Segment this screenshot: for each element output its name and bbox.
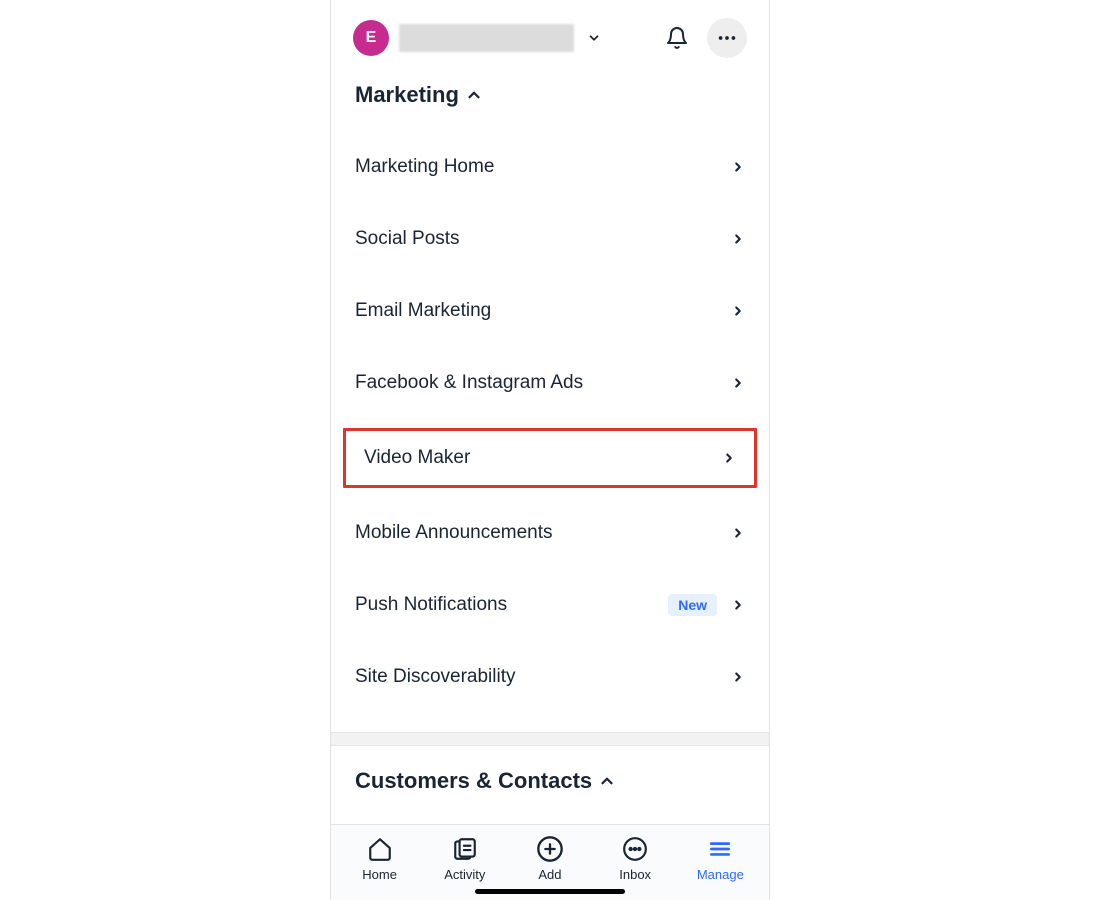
menu-item-label: Push Notifications [355, 594, 507, 616]
ellipsis-icon [716, 27, 738, 49]
new-badge: New [668, 594, 717, 616]
menu-item-label: Site Discoverability [355, 666, 516, 688]
nav-home[interactable]: Home [344, 835, 416, 882]
menu-item-mobile-announcements[interactable]: Mobile Announcements [337, 506, 763, 560]
section-header-marketing[interactable]: Marketing [331, 68, 769, 128]
chevron-right-icon [731, 232, 745, 246]
chevron-right-icon [731, 376, 745, 390]
home-icon [367, 836, 393, 862]
section-header-customers[interactable]: Customers & Contacts [331, 746, 769, 814]
nav-label: Manage [697, 867, 744, 882]
menu-item-fb-ig-ads[interactable]: Facebook & Instagram Ads [337, 356, 763, 410]
nav-label: Home [362, 867, 397, 882]
menu-item-label: Video Maker [364, 447, 470, 469]
menu-item-push-notifications[interactable]: Push Notifications New [337, 578, 763, 632]
account-switcher[interactable] [584, 28, 604, 48]
chevron-right-icon [731, 304, 745, 318]
notifications-button[interactable] [657, 18, 697, 58]
more-button[interactable] [707, 18, 747, 58]
activity-icon [452, 836, 478, 862]
header-bar: E [331, 0, 769, 68]
menu-item-site-discoverability[interactable]: Site Discoverability [337, 650, 763, 704]
menu-item-label: Marketing Home [355, 156, 494, 178]
nav-add[interactable]: Add [514, 835, 586, 882]
account-avatar[interactable]: E [353, 20, 389, 56]
nav-label: Add [538, 867, 561, 882]
menu-item-social-posts[interactable]: Social Posts [337, 212, 763, 266]
nav-manage[interactable]: Manage [684, 835, 756, 882]
app-screen: E Marketing Marketing Home Social Posts [330, 0, 770, 900]
marketing-menu: Marketing Home Social Posts Email Market… [331, 128, 769, 732]
chevron-down-icon [587, 31, 601, 45]
menu-item-marketing-home[interactable]: Marketing Home [337, 140, 763, 194]
chevron-up-icon [465, 86, 483, 104]
avatar-initial: E [366, 29, 377, 47]
menu-item-label: Social Posts [355, 228, 460, 250]
menu-item-label: Mobile Announcements [355, 522, 553, 544]
nav-inbox[interactable]: Inbox [599, 835, 671, 882]
section-title: Marketing [355, 82, 459, 108]
chevron-right-icon [731, 160, 745, 174]
nav-label: Activity [444, 867, 485, 882]
menu-item-email-marketing[interactable]: Email Marketing [337, 284, 763, 338]
chevron-up-icon [598, 772, 616, 790]
nav-label: Inbox [619, 867, 651, 882]
menu-icon [707, 836, 733, 862]
account-name-redacted[interactable] [399, 24, 574, 52]
menu-item-label: Email Marketing [355, 300, 491, 322]
chat-icon [622, 836, 648, 862]
section-title: Customers & Contacts [355, 768, 592, 794]
home-indicator[interactable] [475, 889, 625, 894]
chevron-right-icon [731, 526, 745, 540]
chevron-right-icon [722, 451, 736, 465]
menu-item-label: Facebook & Instagram Ads [355, 372, 583, 394]
bell-icon [665, 26, 689, 50]
chevron-right-icon [731, 598, 745, 612]
bottom-nav: Home Activity Add Inbox Manage [331, 824, 769, 900]
nav-activity[interactable]: Activity [429, 835, 501, 882]
section-divider [331, 732, 769, 746]
menu-item-video-maker[interactable]: Video Maker [343, 428, 757, 488]
chevron-right-icon [731, 670, 745, 684]
plus-circle-icon [536, 835, 564, 863]
